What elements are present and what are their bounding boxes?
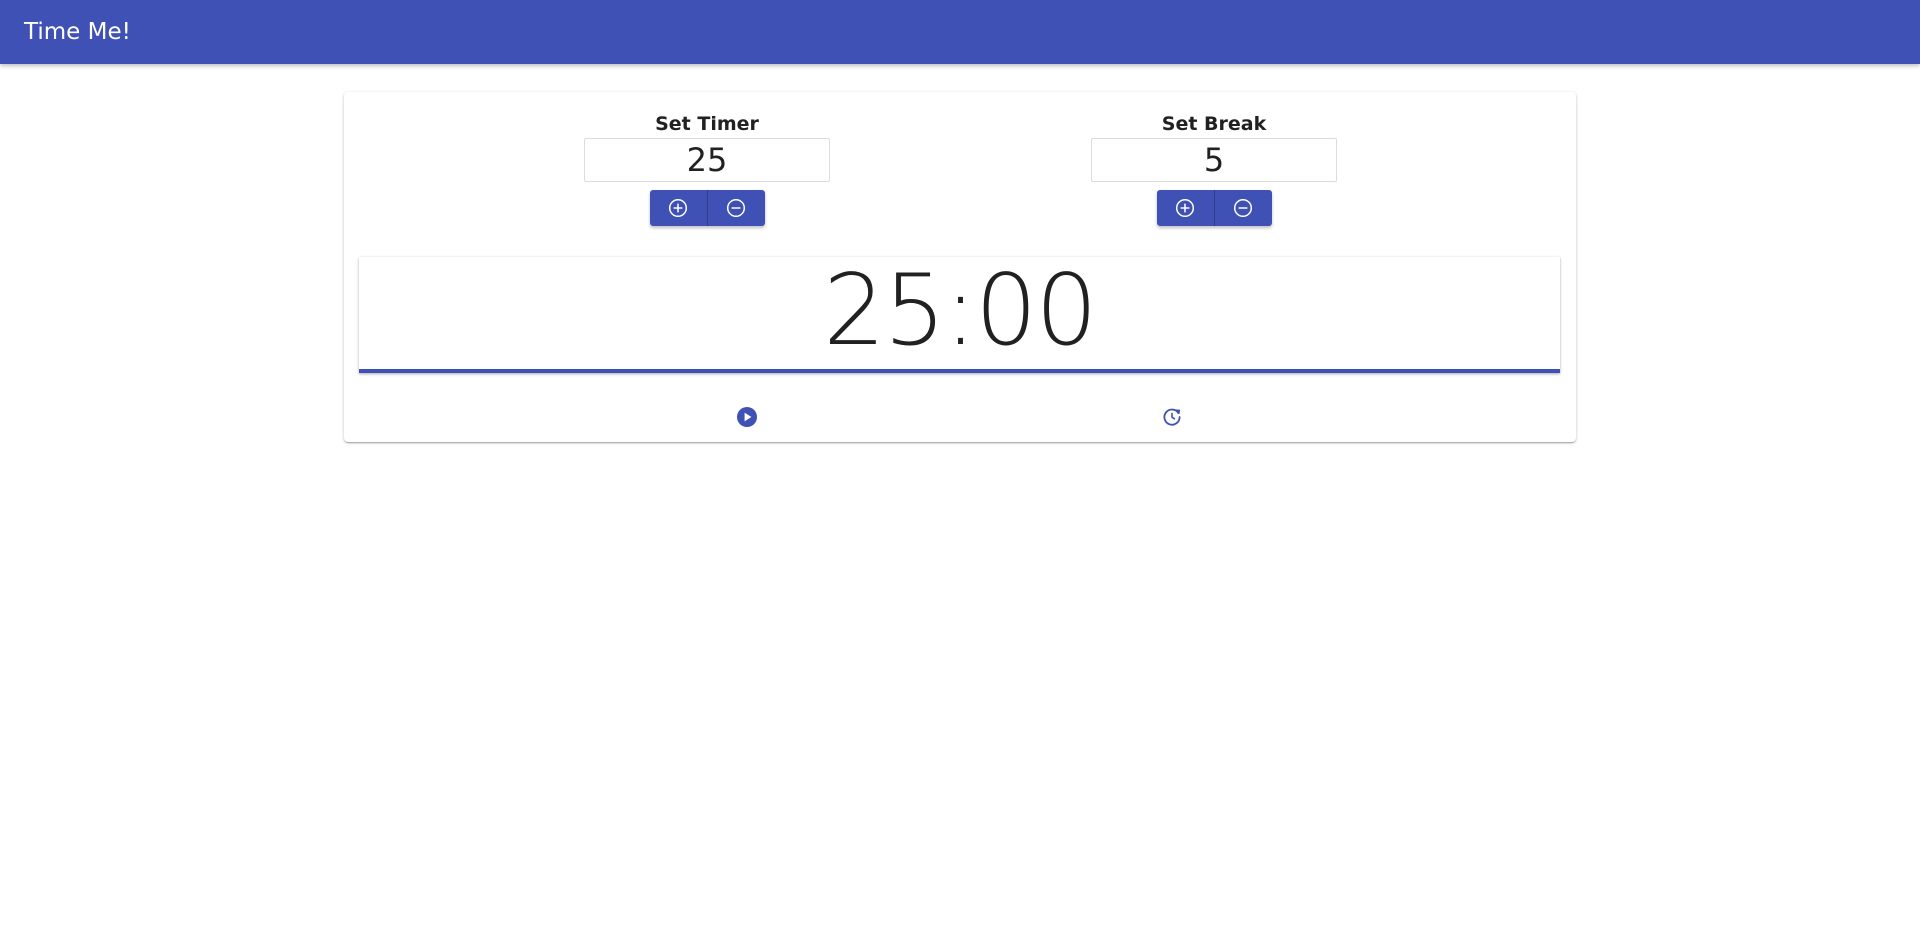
break-decrement-button[interactable] (1213, 190, 1272, 226)
break-setting: Set Break 5 (1091, 112, 1337, 226)
timer-setting-label: Set Timer (655, 113, 759, 135)
countdown-display: 25:00 (359, 257, 1560, 373)
plus-circle-icon (668, 198, 688, 218)
break-setting-label: Set Break (1161, 113, 1267, 135)
timer-decrement-button[interactable] (706, 190, 765, 226)
timer-setting: Set Timer 25 (584, 112, 830, 226)
start-button[interactable] (732, 402, 762, 432)
break-adjust-buttons (1156, 190, 1272, 226)
play-circle-icon (737, 407, 757, 427)
timer-length-input[interactable]: 25 (584, 138, 830, 182)
break-increment-button[interactable] (1156, 190, 1214, 226)
app-bar: Time Me! (0, 0, 1920, 64)
reset-button[interactable] (1157, 402, 1187, 432)
app-title: Time Me! (24, 19, 131, 45)
timer-increment-button[interactable] (649, 190, 707, 226)
minus-circle-icon (726, 198, 746, 218)
minus-circle-icon (1233, 198, 1253, 218)
timer-adjust-buttons (649, 190, 765, 226)
plus-circle-icon (1175, 198, 1195, 218)
timer-card: Set Timer 25 Set Break 5 25:00 (344, 92, 1576, 442)
break-length-input[interactable]: 5 (1091, 138, 1337, 182)
countdown-time: 25:00 (823, 254, 1097, 368)
restart-icon (1163, 408, 1181, 426)
